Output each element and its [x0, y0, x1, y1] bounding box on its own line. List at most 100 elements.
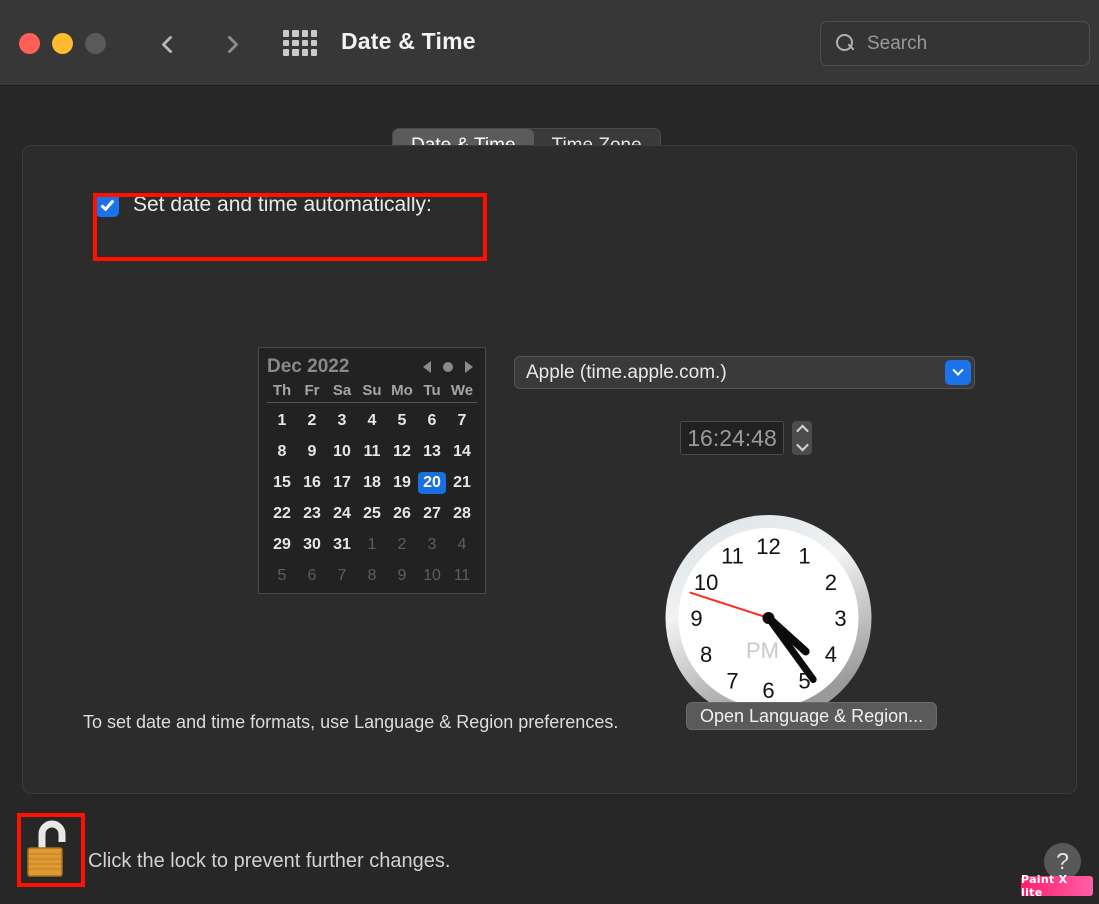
calendar-day[interactable]: 9 — [297, 436, 327, 467]
calendar-day[interactable]: 7 — [447, 405, 477, 436]
open-language-region-button[interactable]: Open Language & Region... — [686, 702, 938, 730]
calendar-day[interactable]: 8 — [267, 436, 297, 467]
window-controls — [19, 33, 106, 54]
calendar-day[interactable]: 6 — [417, 405, 447, 436]
show-all-preferences-icon[interactable] — [283, 30, 317, 56]
minimize-window-button[interactable] — [52, 33, 73, 54]
calendar-day[interactable]: 6 — [297, 560, 327, 591]
calendar-weekday: Mo — [391, 382, 413, 399]
checkmark-icon — [99, 196, 114, 211]
calendar-day[interactable]: 28 — [447, 498, 477, 529]
clock-numeral: 1 — [798, 544, 810, 569]
calendar-day[interactable]: 26 — [387, 498, 417, 529]
title-bar: Date & Time Search — [0, 0, 1099, 86]
calendar-day[interactable]: 10 — [327, 436, 357, 467]
calendar-day[interactable]: 25 — [357, 498, 387, 529]
forward-chevron-icon — [220, 34, 239, 54]
time-field-group: 16:24:48 — [680, 421, 812, 455]
calendar-weekday: Th — [272, 382, 292, 399]
calendar-day[interactable]: 9 — [387, 560, 417, 591]
calendar-day-selected[interactable]: 20 — [417, 467, 447, 498]
calendar-day[interactable]: 17 — [327, 467, 357, 498]
calendar-day[interactable]: 5 — [267, 560, 297, 591]
clock-numeral: 9 — [690, 606, 702, 631]
calendar-day[interactable]: 31 — [327, 529, 357, 560]
clock-numeral: 10 — [694, 570, 718, 595]
calendar-widget[interactable]: Dec 2022 Th Fr Sa Su Mo Tu We 1 2 3 4 5 6 7 8 9 10 11 12 1… — [258, 347, 486, 594]
calendar-day[interactable]: 3 — [417, 529, 447, 560]
calendar-weekday: Sa — [332, 382, 352, 399]
calendar-day[interactable]: 13 — [417, 436, 447, 467]
calendar-day[interactable]: 2 — [297, 405, 327, 436]
calendar-month-label: Dec 2022 — [267, 356, 350, 377]
calendar-weekday: Tu — [423, 382, 441, 399]
date-time-panel: Set date and time automatically: Apple (… — [22, 145, 1077, 794]
clock-numeral: 6 — [762, 678, 774, 703]
time-stepper-down-icon[interactable] — [795, 438, 809, 452]
next-month-icon[interactable] — [465, 361, 473, 373]
set-automatically-label: Set date and time automatically: — [133, 193, 432, 216]
maximize-window-button[interactable] — [85, 33, 106, 54]
chevron-down-icon[interactable] — [945, 360, 971, 385]
calendar-day[interactable]: 10 — [417, 560, 447, 591]
clock-numeral: 3 — [834, 606, 846, 631]
calendar-day[interactable]: 30 — [297, 529, 327, 560]
analog-clock: 12 1 2 3 4 5 6 7 8 9 10 11 PM — [664, 512, 873, 724]
formats-note: To set date and time formats, use Langua… — [83, 712, 619, 732]
calendar-day[interactable]: 14 — [447, 436, 477, 467]
close-window-button[interactable] — [19, 33, 40, 54]
calendar-day[interactable]: 18 — [357, 467, 387, 498]
forward-button[interactable] — [212, 24, 252, 64]
time-input[interactable]: 16:24:48 — [680, 421, 784, 455]
calendar-day[interactable]: 21 — [447, 467, 477, 498]
calendar-day[interactable]: 7 — [327, 560, 357, 591]
calendar-day[interactable]: 1 — [267, 405, 297, 436]
calendar-day[interactable]: 11 — [357, 436, 387, 467]
today-dot-icon[interactable] — [443, 362, 453, 372]
time-stepper-up-icon[interactable] — [795, 424, 809, 438]
calendar-day[interactable]: 12 — [387, 436, 417, 467]
calendar-weekday-row: Th Fr Sa Su Mo Tu We — [267, 382, 477, 403]
clock-numeral: 8 — [700, 642, 712, 667]
system-preferences-window: Date & Time Search Date & Time Time Zone… — [0, 0, 1099, 904]
calendar-day[interactable]: 1 — [357, 529, 387, 560]
paint-x-lite-watermark: Paint X lite — [1021, 873, 1093, 899]
calendar-day[interactable]: 5 — [387, 405, 417, 436]
calendar-nav — [423, 361, 477, 373]
calendar-day[interactable]: 4 — [447, 529, 477, 560]
time-stepper[interactable] — [792, 421, 812, 455]
set-automatically-row[interactable]: Set date and time automatically: — [95, 193, 432, 217]
calendar-day[interactable]: 27 — [417, 498, 447, 529]
search-field[interactable]: Search — [820, 21, 1090, 66]
search-placeholder: Search — [867, 32, 928, 54]
calendar-day-grid[interactable]: 1 2 3 4 5 6 7 8 9 10 11 12 13 14 15 16 17 18 19 20 21 22 23 24 2… — [267, 405, 477, 591]
calendar-day[interactable]: 11 — [447, 560, 477, 591]
lock-note: Click the lock to prevent further change… — [88, 850, 451, 872]
calendar-weekday: Su — [362, 382, 382, 399]
calendar-weekday: Fr — [304, 382, 320, 399]
calendar-day[interactable]: 24 — [327, 498, 357, 529]
page-title: Date & Time — [341, 28, 476, 54]
calendar-day[interactable]: 19 — [387, 467, 417, 498]
calendar-day[interactable]: 8 — [357, 560, 387, 591]
clock-center-cap — [762, 612, 775, 624]
calendar-day[interactable]: 2 — [387, 529, 417, 560]
calendar-day[interactable]: 3 — [327, 405, 357, 436]
previous-month-icon[interactable] — [423, 361, 431, 373]
back-button[interactable] — [148, 24, 188, 64]
annotation-highlight-lock — [17, 813, 85, 887]
time-server-dropdown[interactable]: Apple (time.apple.com.) — [514, 356, 975, 389]
clock-numeral: 4 — [825, 642, 837, 667]
calendar-day[interactable]: 16 — [297, 467, 327, 498]
clock-numeral: 2 — [825, 570, 837, 595]
calendar-day[interactable]: 15 — [267, 467, 297, 498]
clock-meridiem-label: PM — [746, 638, 779, 663]
set-automatically-checkbox[interactable] — [95, 193, 119, 217]
calendar-day[interactable]: 4 — [357, 405, 387, 436]
calendar-day[interactable]: 29 — [267, 529, 297, 560]
calendar-day[interactable]: 22 — [267, 498, 297, 529]
calendar-weekday: We — [450, 382, 474, 399]
calendar-day[interactable]: 23 — [297, 498, 327, 529]
clock-numeral: 11 — [721, 544, 744, 569]
back-chevron-icon — [161, 34, 180, 54]
